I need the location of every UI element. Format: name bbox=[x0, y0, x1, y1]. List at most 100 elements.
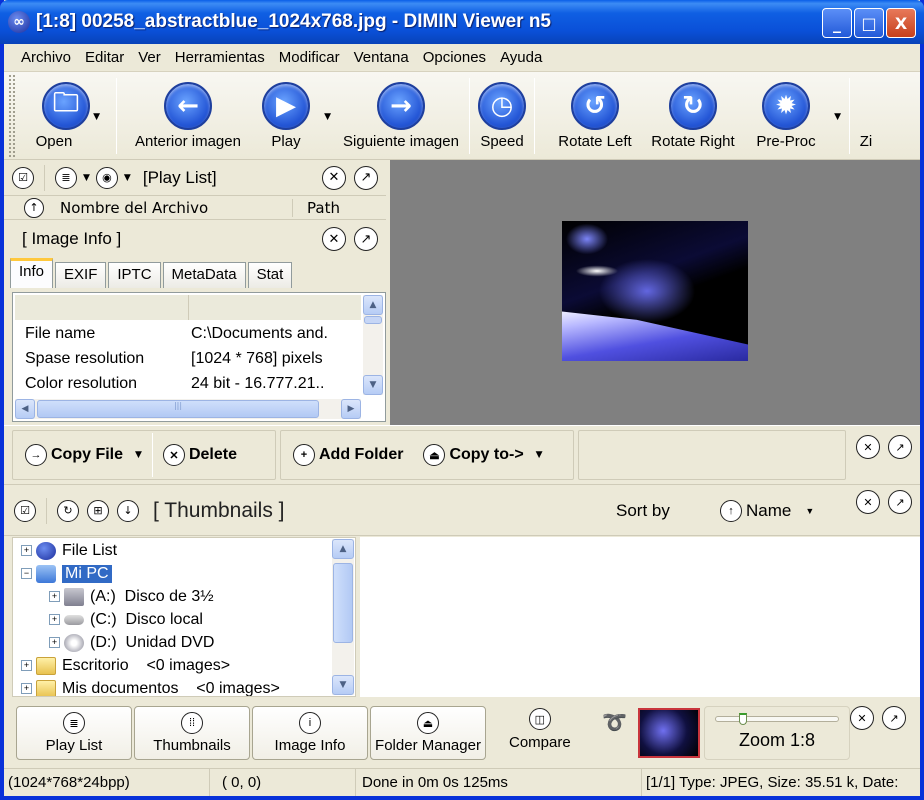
add-item-icon[interactable]: ⊞ bbox=[87, 499, 109, 522]
close-panel-icon[interactable]: ✕ bbox=[856, 435, 880, 459]
column-filename[interactable]: Nombre del Archivo bbox=[60, 199, 292, 217]
eye-dropdown-arrow[interactable]: ▼ bbox=[124, 173, 131, 183]
thumbnails-panel-button[interactable]: ⁞⁞ Thumbnails bbox=[134, 706, 250, 760]
menu-ventana[interactable]: Ventana bbox=[347, 49, 416, 66]
scroll-thumb[interactable] bbox=[333, 563, 353, 643]
refresh-icon[interactable]: ↻ bbox=[57, 499, 79, 522]
add-folder-button[interactable]: + Add Folder bbox=[287, 444, 409, 466]
tree-item[interactable]: − Mi PC bbox=[13, 562, 355, 585]
copy-file-dropdown-arrow[interactable]: ▼ bbox=[135, 450, 142, 460]
tree-item[interactable]: + (D:) Unidad DVD bbox=[13, 631, 355, 654]
previous-image-button[interactable]: ← Anterior imagen bbox=[123, 72, 253, 150]
scroll-right-button[interactable]: ▶ bbox=[341, 399, 361, 419]
maximize-button[interactable]: □ bbox=[854, 8, 884, 38]
play-button[interactable]: ▶ Play ▼ bbox=[253, 72, 339, 150]
open-button[interactable]: 🗀 Open ▼ bbox=[22, 72, 110, 150]
close-panel-icon[interactable]: ✕ bbox=[856, 490, 880, 514]
menu-archivo[interactable]: Archivo bbox=[14, 49, 78, 66]
menu-opciones[interactable]: Opciones bbox=[416, 49, 493, 66]
menu-modificar[interactable]: Modificar bbox=[272, 49, 347, 66]
lasso-icon[interactable]: ➰ bbox=[602, 710, 627, 734]
collapse-icon[interactable]: − bbox=[21, 568, 32, 579]
compare-button[interactable]: ◫ Compare bbox=[509, 708, 571, 751]
tab-iptc[interactable]: IPTC bbox=[108, 262, 161, 288]
thumbnails-area[interactable] bbox=[360, 537, 920, 697]
info-horizontal-scrollbar[interactable]: ◀ ||| ▶ bbox=[15, 399, 361, 419]
copy-to-dropdown-arrow[interactable]: ▼ bbox=[536, 450, 543, 460]
list-dropdown-arrow[interactable]: ▼ bbox=[83, 173, 90, 183]
speed-button[interactable]: ◷ Speed bbox=[476, 72, 528, 150]
tree-item[interactable]: + Mis documentos <0 images> bbox=[13, 677, 355, 696]
scroll-thumb[interactable] bbox=[364, 316, 382, 324]
tab-metadata[interactable]: MetaData bbox=[162, 262, 246, 288]
expand-icon[interactable]: + bbox=[49, 614, 60, 625]
zoom-toolbar-button[interactable]: Zi bbox=[856, 72, 876, 150]
delete-button[interactable]: ✕ Delete bbox=[157, 444, 243, 466]
expand-icon[interactable]: + bbox=[21, 660, 32, 671]
checkbox-icon[interactable]: ☑ bbox=[14, 499, 36, 522]
undock-icon[interactable]: ↗ bbox=[888, 435, 912, 459]
playlist-panel-button[interactable]: ≣ Play List bbox=[16, 706, 132, 760]
delete-label: Delete bbox=[188, 446, 237, 463]
tab-exif[interactable]: EXIF bbox=[55, 262, 107, 288]
undock-icon[interactable]: ↗ bbox=[354, 227, 378, 251]
copy-file-button[interactable]: → Copy File bbox=[19, 444, 129, 466]
tree-item[interactable]: + Escritorio <0 images> bbox=[13, 654, 355, 677]
pre-proc-button[interactable]: ✹ Pre-Proc ▼ bbox=[743, 72, 843, 150]
tab-info[interactable]: Info bbox=[10, 258, 54, 288]
next-image-button[interactable]: → Siguiente imagen bbox=[339, 72, 463, 150]
column-path[interactable]: Path bbox=[292, 198, 340, 217]
menu-ayuda[interactable]: Ayuda bbox=[493, 49, 549, 66]
folder-manager-panel-button[interactable]: ⏏ Folder Manager bbox=[370, 706, 486, 760]
image-info-title: [ Image Info ] bbox=[22, 229, 122, 248]
play-dropdown-arrow[interactable]: ▼ bbox=[324, 112, 331, 122]
navigator-thumbnail[interactable] bbox=[638, 708, 700, 758]
zoom-slider[interactable] bbox=[715, 713, 839, 725]
title-bar[interactable]: ∞ [1:8] 00258_abstractblue_1024x768.jpg … bbox=[0, 0, 924, 44]
menu-editar[interactable]: Editar bbox=[78, 49, 131, 66]
close-button[interactable]: X bbox=[886, 8, 916, 38]
scroll-up-button[interactable]: ▲ bbox=[363, 295, 383, 315]
rotate-left-button[interactable]: ↺ Rotate Left bbox=[547, 72, 643, 150]
copy-to-button[interactable]: ⏏ Copy to-> bbox=[417, 444, 529, 466]
expand-icon[interactable]: + bbox=[49, 637, 60, 648]
info-icon: i bbox=[299, 712, 321, 734]
scroll-up-button[interactable]: ▲ bbox=[332, 539, 354, 559]
status-coords: ( 0, 0) bbox=[210, 769, 356, 796]
tree-item[interactable]: + File List bbox=[13, 539, 355, 562]
expand-icon[interactable]: + bbox=[21, 683, 32, 694]
eye-icon[interactable]: ◉ bbox=[95, 166, 118, 189]
tree-item[interactable]: + (A:) Disco de 3½ bbox=[13, 585, 355, 608]
list-icon[interactable]: ≣ bbox=[55, 166, 77, 189]
expand-icon[interactable]: + bbox=[49, 591, 60, 602]
tree-vertical-scrollbar[interactable]: ▲ ▼ bbox=[332, 539, 354, 695]
close-panel-icon[interactable]: ✕ bbox=[850, 706, 874, 730]
scroll-down-button[interactable]: ▼ bbox=[363, 375, 383, 395]
menu-ver[interactable]: Ver bbox=[131, 49, 168, 66]
close-panel-icon[interactable]: ✕ bbox=[322, 165, 346, 190]
undock-icon[interactable]: ↗ bbox=[354, 165, 378, 190]
toolbar-grip[interactable] bbox=[8, 74, 16, 158]
tree-item[interactable]: + (C:) Disco local bbox=[13, 608, 355, 631]
scroll-thumb[interactable]: ||| bbox=[37, 400, 319, 418]
scroll-down-button[interactable]: ▼ bbox=[332, 675, 354, 695]
expand-icon[interactable]: + bbox=[21, 545, 32, 556]
image-info-panel-button[interactable]: i Image Info bbox=[252, 706, 368, 760]
image-viewer[interactable] bbox=[390, 160, 920, 425]
undock-icon[interactable]: ↗ bbox=[888, 490, 912, 514]
rotate-right-button[interactable]: ↻ Rotate Right bbox=[643, 72, 743, 150]
close-panel-icon[interactable]: ✕ bbox=[322, 227, 346, 251]
tab-stat[interactable]: Stat bbox=[247, 262, 293, 288]
info-vertical-scrollbar[interactable]: ▲ ▼ bbox=[363, 295, 383, 395]
checkbox-icon[interactable]: ☑ bbox=[12, 166, 34, 189]
undock-icon[interactable]: ↗ bbox=[882, 706, 906, 730]
pre-proc-dropdown-arrow[interactable]: ▼ bbox=[834, 112, 841, 122]
sort-up-icon[interactable]: ↑ bbox=[24, 197, 44, 218]
minimize-button[interactable]: _ bbox=[822, 8, 852, 38]
menu-herramientas[interactable]: Herramientas bbox=[168, 49, 272, 66]
open-dropdown-arrow[interactable]: ▼ bbox=[93, 112, 100, 122]
scroll-left-button[interactable]: ◀ bbox=[15, 399, 35, 419]
sort-name-dropdown[interactable]: ↑ Name ▼ bbox=[720, 499, 814, 522]
arrow-down-icon[interactable]: ↓ bbox=[117, 499, 139, 522]
zoom-slider-knob[interactable] bbox=[739, 713, 748, 725]
